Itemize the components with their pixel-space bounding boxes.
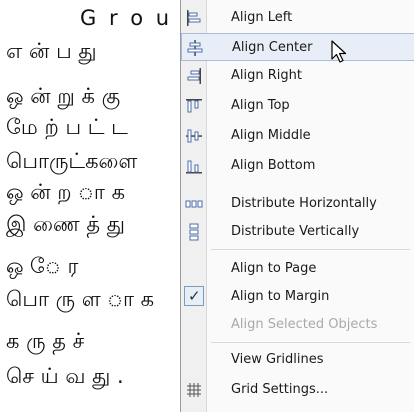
menu-item-label: Align to Margin — [231, 289, 330, 304]
menu-item-view-gridlines[interactable]: View Gridlines — [181, 346, 414, 374]
menu-item-label: Align to Page — [231, 261, 317, 276]
align-left-icon — [185, 9, 203, 27]
menu-item-label: Distribute Vertically — [231, 224, 360, 239]
menu-item-grid-settings[interactable]: Grid Settings... — [181, 376, 414, 404]
menu-item-label: Align Center — [232, 40, 313, 55]
mouse-cursor-icon — [331, 40, 347, 63]
menu-item-align-top[interactable]: Align Top — [181, 92, 414, 120]
doc-line: பொருட்களை — [6, 149, 138, 173]
menu-item-label: Align Middle — [231, 128, 311, 143]
menu-item-label: Grid Settings... — [231, 382, 329, 397]
menu-separator — [211, 342, 410, 343]
menu-item-label: Distribute Horizontally — [231, 196, 377, 211]
menu-item-label: Align Left — [231, 10, 293, 25]
menu-item-align-to-page[interactable]: Align to Page — [181, 255, 414, 283]
menu-item-align-right[interactable]: Align Right — [181, 62, 414, 90]
align-top-icon — [185, 97, 203, 115]
align-bottom-icon — [185, 157, 203, 175]
doc-line: பொ ரு ள ா க — [6, 287, 155, 311]
menu-item-align-center[interactable]: Align Center — [181, 33, 414, 61]
grid-icon — [185, 381, 203, 399]
menu-item-distribute-horizontally[interactable]: Distribute Horizontally — [181, 190, 414, 218]
menu-item-label: Align Selected Objects — [231, 317, 378, 332]
doc-line: செ ய் வ து . — [6, 364, 124, 388]
menu-item-label: Align Top — [231, 98, 290, 113]
doc-line: ஒ ன் று க் கு — [6, 84, 121, 108]
doc-line: இ ணை த் து — [6, 212, 125, 236]
menu-separator — [211, 249, 410, 250]
menu-item-label: Align Right — [231, 68, 302, 83]
doc-line: க ரு த ச் — [6, 329, 85, 353]
doc-line: ஒ ன் ற ா க — [6, 180, 125, 204]
menu-item-align-left[interactable]: Align Left — [181, 4, 414, 32]
align-context-menu: Align Left Align Center Align Right Alig… — [180, 0, 414, 412]
menu-item-align-middle[interactable]: Align Middle — [181, 122, 414, 150]
align-middle-icon — [185, 127, 203, 145]
checkmark-icon: ✓ — [184, 286, 204, 306]
menu-item-align-bottom[interactable]: Align Bottom — [181, 152, 414, 180]
distribute-horizontally-icon — [185, 195, 203, 213]
doc-line: மே ற் ப ட் ட — [6, 115, 128, 139]
doc-line: எ ன் ப து — [6, 39, 97, 63]
menu-item-align-selected-objects: Align Selected Objects — [181, 311, 414, 339]
menu-item-label: Align Bottom — [231, 158, 316, 173]
distribute-vertically-icon — [185, 223, 203, 241]
menu-item-align-to-margin[interactable]: ✓ Align to Margin — [181, 283, 414, 311]
menu-item-distribute-vertically[interactable]: Distribute Vertically — [181, 218, 414, 246]
document-background: G r o u p எ ன் ப து ஒ ன் று க் கு மே ற் … — [0, 0, 180, 412]
align-center-icon — [186, 39, 204, 57]
doc-line: ஒ ே ர — [6, 254, 79, 278]
doc-line: G r o u p — [80, 6, 180, 30]
menu-item-label: View Gridlines — [231, 352, 324, 367]
align-right-icon — [185, 67, 203, 85]
